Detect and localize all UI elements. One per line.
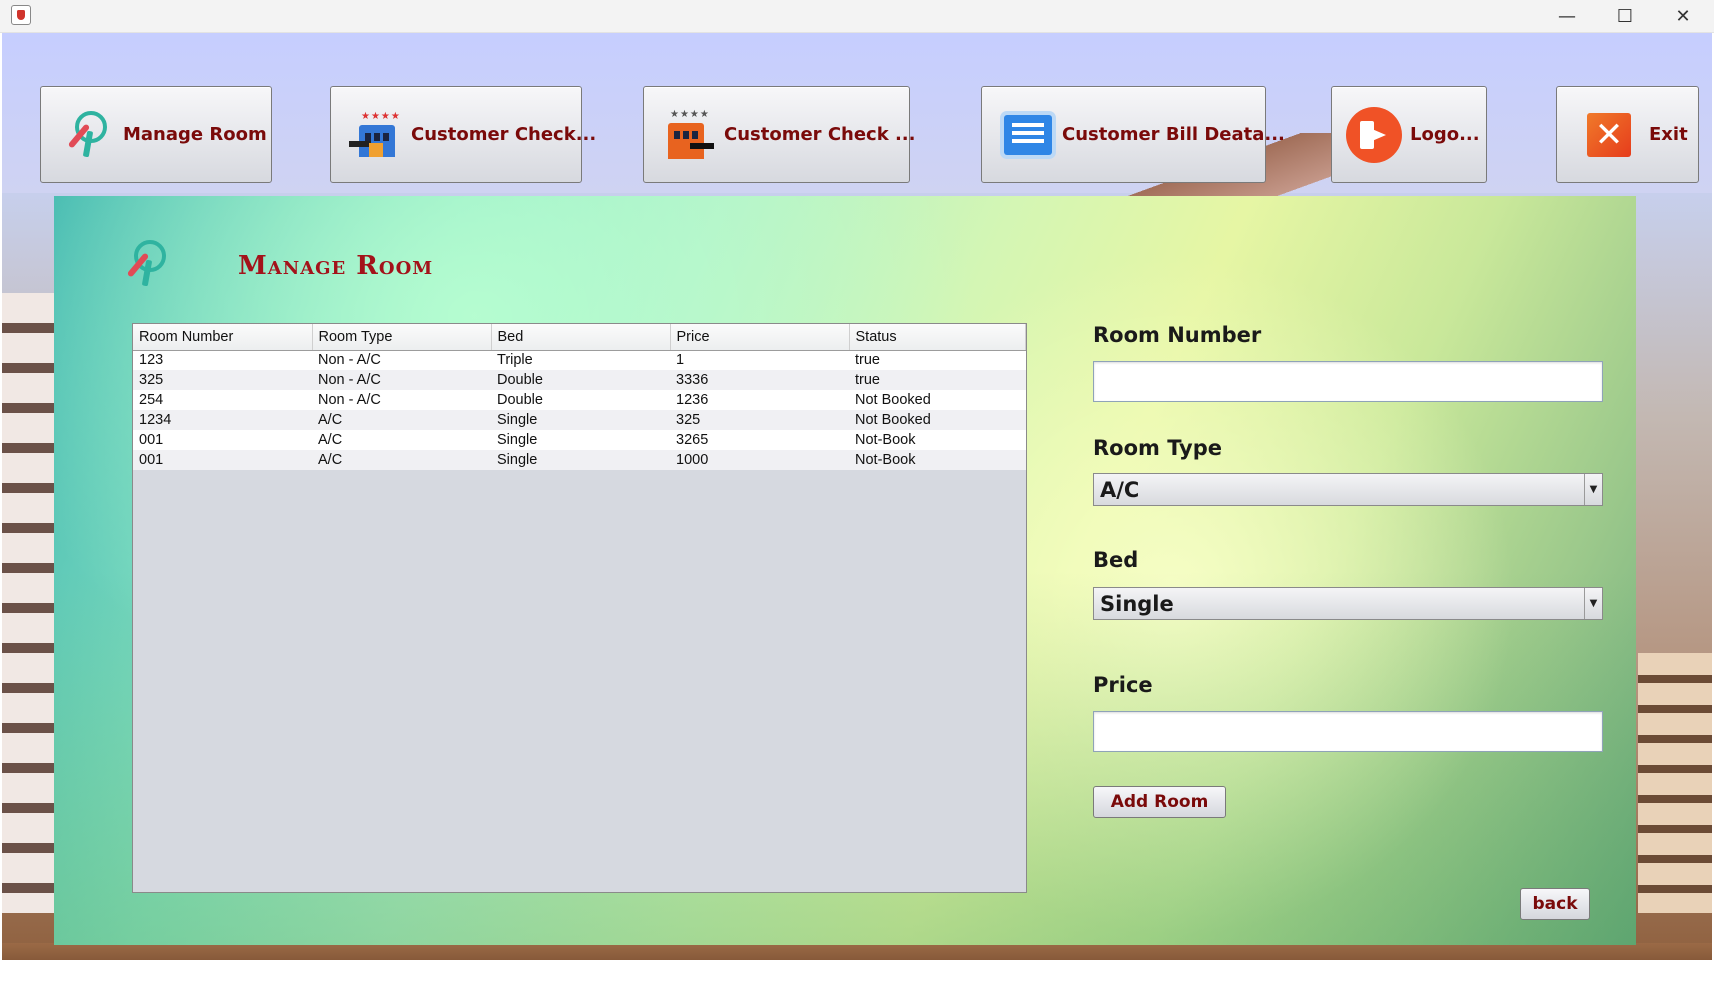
customer-bill-nav-button[interactable]: Customer Bill Deata... <box>981 86 1285 183</box>
column-header-bed[interactable]: Bed <box>491 324 671 351</box>
column-header-price[interactable]: Price <box>670 324 850 351</box>
exit-nav-button[interactable]: ✕ Exit <box>1556 86 1699 183</box>
column-header-room-type[interactable]: Room Type <box>312 324 492 351</box>
room-number-input[interactable] <box>1093 361 1603 402</box>
room-number-label: Room Number <box>1093 323 1262 347</box>
cell-room-number: 325 <box>133 370 312 390</box>
bed-label: Bed <box>1093 548 1139 572</box>
cell-room-type: A/C <box>312 430 491 450</box>
cell-status: Not-Book <box>849 450 1026 470</box>
cell-status: Not-Book <box>849 430 1026 450</box>
table-row[interactable]: 123 Non - A/C Triple 1 true <box>133 350 1026 370</box>
cell-status: true <box>849 370 1026 390</box>
bill-list-icon <box>1000 109 1052 161</box>
column-header-room-number[interactable]: Room Number <box>133 324 313 351</box>
cell-room-number: 1234 <box>133 410 312 430</box>
table-row[interactable]: 001 A/C Single 1000 Not-Book <box>133 450 1026 470</box>
table-row[interactable]: 254 Non - A/C Double 1236 Not Booked <box>133 390 1026 410</box>
cell-price: 325 <box>670 410 849 430</box>
cell-bed: Double <box>491 390 670 410</box>
cell-price: 1000 <box>670 450 849 470</box>
customer-checkout-nav-label: Customer Check ... <box>724 124 916 145</box>
price-label: Price <box>1093 673 1153 697</box>
minimize-button[interactable]: — <box>1538 0 1596 32</box>
room-type-select[interactable]: A/C ▼ <box>1093 473 1603 506</box>
java-app-icon <box>11 5 31 25</box>
cell-status: Not Booked <box>849 390 1026 410</box>
room-type-selected-value: A/C <box>1100 477 1140 502</box>
add-room-button[interactable]: Add Room <box>1093 786 1226 818</box>
cell-price: 1 <box>670 350 849 370</box>
chevron-down-icon[interactable]: ▼ <box>1584 474 1602 505</box>
cell-bed: Double <box>491 370 670 390</box>
cell-price: 3336 <box>670 370 849 390</box>
table-row[interactable]: 325 Non - A/C Double 3336 true <box>133 370 1026 390</box>
cell-room-number: 001 <box>133 450 312 470</box>
cell-room-number: 123 <box>133 350 312 370</box>
key-icon <box>61 109 113 161</box>
chevron-down-icon[interactable]: ▼ <box>1584 588 1602 619</box>
manage-room-title-key-icon <box>120 238 170 294</box>
logout-icon <box>1346 106 1402 163</box>
cell-room-type: Non - A/C <box>312 350 491 370</box>
cell-status: true <box>849 350 1026 370</box>
hotel-checkout-icon: ★★★★ <box>662 109 714 161</box>
cell-room-type: A/C <box>312 450 491 470</box>
cell-price: 3265 <box>670 430 849 450</box>
bed-selected-value: Single <box>1100 591 1174 616</box>
hotel-checkin-icon: ★★★★ <box>349 109 401 161</box>
cell-room-number: 001 <box>133 430 312 450</box>
bed-select[interactable]: Single ▼ <box>1093 587 1603 620</box>
manage-room-nav-label: Manage Room <box>123 124 267 145</box>
cell-bed: Single <box>491 410 670 430</box>
cell-room-type: A/C <box>312 410 491 430</box>
customer-checkin-nav-label: Customer Check... <box>411 124 597 145</box>
maximize-button[interactable]: ☐ <box>1596 0 1654 32</box>
logout-nav-button[interactable]: Logo... <box>1331 86 1487 183</box>
manage-room-panel: Manage Room Room Number Room Type Bed Pr… <box>54 196 1636 945</box>
cell-status: Not Booked <box>849 410 1026 430</box>
table-row[interactable]: 1234 A/C Single 325 Not Booked <box>133 410 1026 430</box>
customer-bill-nav-label: Customer Bill Deata... <box>1062 124 1285 145</box>
window-titlebar: — ☐ ✕ <box>0 0 1714 33</box>
price-input[interactable] <box>1093 711 1603 752</box>
customer-checkout-nav-button[interactable]: ★★★★ Customer Check ... <box>643 86 915 183</box>
close-window-button[interactable]: ✕ <box>1654 0 1712 32</box>
cell-bed: Triple <box>491 350 670 370</box>
rooms-table[interactable]: Room Number Room Type Bed Price Status 1… <box>132 323 1027 893</box>
manage-room-nav-button[interactable]: Manage Room <box>40 86 272 183</box>
room-type-label: Room Type <box>1093 436 1223 460</box>
cell-room-number: 254 <box>133 390 312 410</box>
cell-price: 1236 <box>670 390 849 410</box>
exit-x-icon: ✕ <box>1583 109 1635 161</box>
column-header-status[interactable]: Status <box>849 324 1026 351</box>
table-row[interactable]: 001 A/C Single 3265 Not-Book <box>133 430 1026 450</box>
table-header-row: Room Number Room Type Bed Price Status <box>133 324 1026 351</box>
customer-checkin-nav-button[interactable]: ★★★★ Customer Check... <box>330 86 596 183</box>
page-title: Manage Room <box>238 251 434 281</box>
cell-bed: Single <box>491 430 670 450</box>
cell-room-type: Non - A/C <box>312 390 491 410</box>
back-button[interactable]: back <box>1520 888 1590 920</box>
cell-bed: Single <box>491 450 670 470</box>
logout-nav-label: Logo... <box>1410 124 1480 145</box>
exit-nav-label: Exit <box>1649 124 1688 145</box>
cell-room-type: Non - A/C <box>312 370 491 390</box>
